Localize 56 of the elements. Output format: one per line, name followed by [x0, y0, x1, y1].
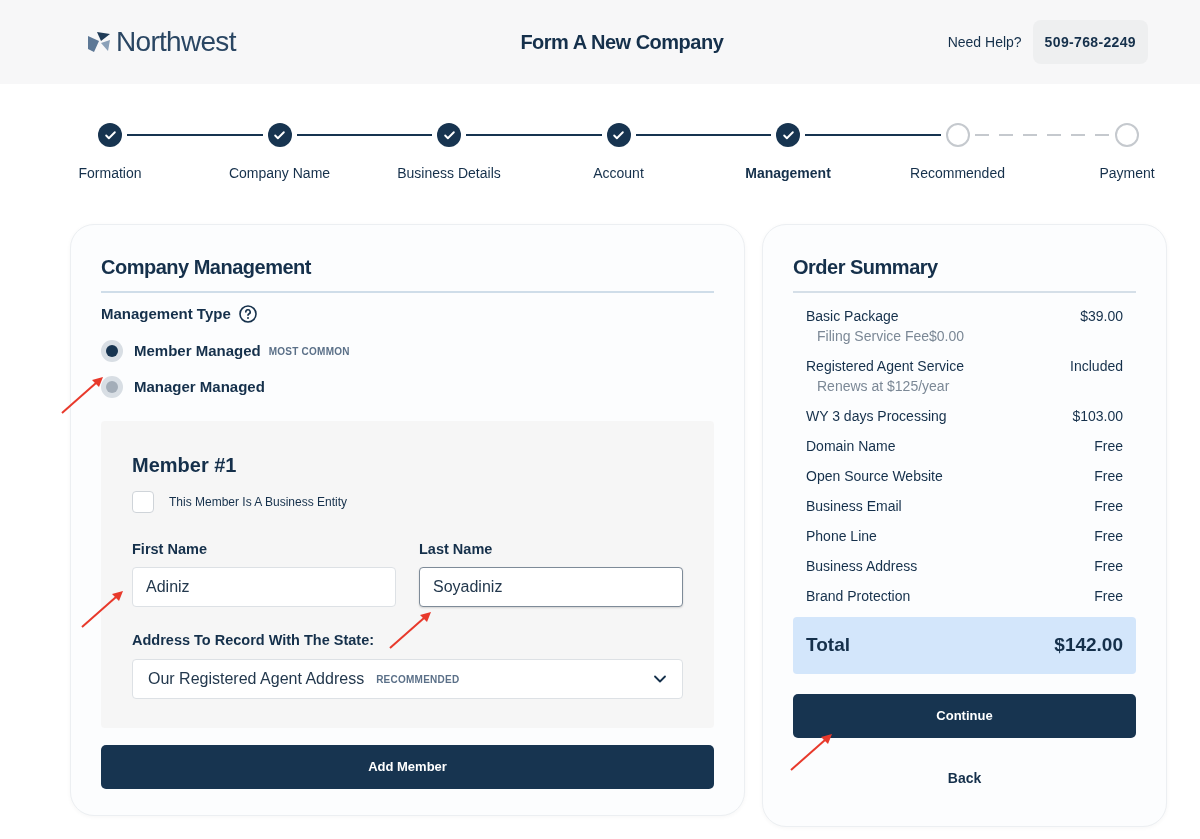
item-price: $39.00: [1080, 307, 1123, 326]
recommended-label: RECOMMENDED: [376, 672, 460, 687]
item-price: Free: [1094, 557, 1123, 576]
item-name: Open Source Website: [806, 467, 943, 486]
input-field[interactable]: Soyadiniz: [419, 567, 683, 607]
item-name: Business Address: [806, 557, 918, 576]
step-label: Account: [593, 164, 644, 183]
add-member-button[interactable]: Add Member: [101, 745, 714, 789]
item-note: Filing Service Fee$0.00: [817, 327, 965, 346]
management-type-label: Management Type: [101, 303, 231, 324]
item-name: Brand Protection: [806, 587, 911, 606]
item-price: Free: [1094, 587, 1123, 606]
item-note: Renews at $125/year: [817, 377, 950, 396]
back-button[interactable]: Back: [793, 758, 1136, 798]
radio-button[interactable]: [101, 376, 123, 398]
address-select[interactable]: Our Registered Agent Address RECOMMENDED: [132, 659, 683, 699]
input-field[interactable]: Adiniz: [132, 567, 396, 607]
section-title: Order Summary: [793, 255, 938, 280]
total-label: Total: [806, 633, 850, 658]
item-name: Business Email: [806, 497, 902, 516]
step-label: Formation: [78, 164, 142, 183]
radio-button[interactable]: [101, 340, 123, 362]
step-label: Payment: [1099, 164, 1155, 183]
item-name: WY 3 days Processing: [806, 407, 947, 426]
item-name: Phone Line: [806, 527, 877, 546]
item-price: Free: [1094, 467, 1123, 486]
page-title: Form A New Company: [520, 30, 724, 55]
logo-text: Northwest: [116, 28, 236, 56]
total-amount: $142.00: [1054, 633, 1123, 658]
logo-icon: [88, 32, 110, 52]
step-label: Company Name: [228, 164, 331, 183]
item-price: Free: [1094, 437, 1123, 456]
item-price: Free: [1094, 527, 1123, 546]
step-label: Business Details: [397, 164, 501, 183]
step-label: Recommended: [910, 164, 1005, 183]
phone-button[interactable]: 509-768-2249: [1032, 20, 1148, 64]
help-icon[interactable]: [238, 305, 257, 323]
field-label: Address To Record With The State:: [132, 631, 375, 650]
checkbox-label: This Member Is A Business Entity: [169, 494, 348, 511]
item-price: Free: [1094, 497, 1123, 516]
field-label: First Name: [132, 540, 207, 559]
section-title: Company Management: [101, 255, 311, 280]
member-title: Member #1: [132, 453, 237, 478]
most-common-label: MOST COMMON: [268, 344, 350, 359]
help-label: Need Help?: [947, 32, 1022, 52]
item-price: Included: [1070, 357, 1123, 376]
item-name: Basic Package: [806, 307, 899, 326]
continue-button[interactable]: Continue: [793, 694, 1136, 738]
step-label: Management: [745, 164, 831, 183]
item-name: Domain Name: [806, 437, 896, 456]
item-price: $103.00: [1072, 407, 1123, 426]
checkbox[interactable]: [132, 491, 154, 513]
option-label[interactable]: Member Managed: [134, 339, 261, 363]
item-name: Registered Agent Service: [806, 357, 964, 376]
option-label[interactable]: Manager Managed: [134, 375, 265, 399]
field-label: Last Name: [419, 540, 493, 559]
